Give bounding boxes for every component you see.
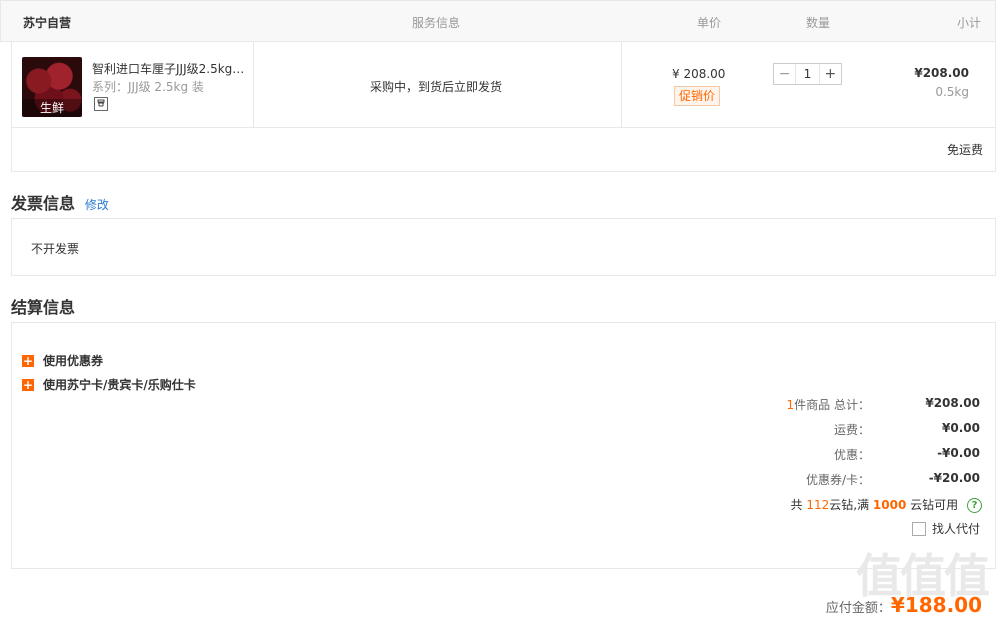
product-thumbnail[interactable]: 生鲜 <box>22 57 82 117</box>
coupon-amount: -¥20.00 <box>928 471 980 485</box>
summary-discount-line: 优惠： -¥0.00 <box>580 446 980 463</box>
sale-tag-icon <box>94 97 108 111</box>
header-quantity: 数量 <box>806 16 831 30</box>
unit-price: ¥ 208.00 <box>672 67 726 81</box>
help-icon[interactable]: ? <box>967 498 982 513</box>
diamond-prefix: 共 <box>790 498 803 512</box>
watermark-logo: 值值值 <box>856 549 990 603</box>
diamond-count: 112 <box>806 498 830 512</box>
divider <box>253 42 254 127</box>
divider <box>621 42 622 127</box>
diamond-info: 共 112云钻,满 1000 云钻可用 ? <box>791 496 982 513</box>
fresh-badge: 生鲜 <box>22 99 82 117</box>
invoice-header: 发票信息 修改 <box>11 190 109 214</box>
proxy-pay-checkbox[interactable] <box>911 521 926 536</box>
promo-badge: 促销价 <box>674 86 721 106</box>
product-spec: 系列：JJJ级 2.5kg 装 <box>92 80 204 94</box>
discount-label: 优惠： <box>833 448 870 462</box>
summary-total-line: 1件商品 总计： ¥208.00 <box>580 396 980 413</box>
coupon-toggle-label: 使用优惠券 <box>43 354 104 368</box>
invoice-edit-link[interactable]: 修改 <box>85 198 109 212</box>
diamond-mid: 云钻,满 <box>829 498 870 512</box>
freight-row: 免运费 <box>11 127 996 172</box>
header-service: 服务信息 <box>412 16 461 30</box>
freight-note: 免运费 <box>946 143 983 157</box>
diamond-threshold: 1000 <box>872 498 907 512</box>
header-price: 单价 <box>697 16 722 30</box>
header-subtotal: 小计 <box>956 16 981 30</box>
quantity-increase-button[interactable]: + <box>820 64 841 84</box>
settlement-title: 结算信息 <box>11 298 76 317</box>
summary-coupon-line: 优惠券/卡： -¥20.00 <box>580 471 980 488</box>
proxy-pay[interactable]: 找人代付 <box>911 520 980 537</box>
discount-amount: -¥0.00 <box>937 446 980 460</box>
invoice-value: 不开发票 <box>31 242 80 256</box>
quantity-input[interactable]: 1 <box>795 64 820 84</box>
expand-plus-icon: + <box>22 353 34 368</box>
store-name: 苏宁自营 <box>23 16 72 30</box>
service-status: 采购中，到货后立即发货 <box>370 80 503 94</box>
invoice-box: 不开发票 <box>11 218 996 276</box>
freight-amount: ¥0.00 <box>942 421 980 435</box>
coupon-toggle[interactable]: + 使用优惠券 <box>22 352 103 369</box>
item-weight: 0.5kg <box>935 85 969 99</box>
cart-item-row: 生鲜 智利进口车厘子JJJ级2.5kg… 系列：JJJ级 2.5kg 装 采购中… <box>11 41 996 128</box>
coupon-label: 优惠券/卡： <box>805 473 870 487</box>
quantity-decrease-button[interactable]: − <box>774 64 795 84</box>
card-toggle[interactable]: + 使用苏宁卡/贵宾卡/乐购仕卡 <box>22 376 196 393</box>
cart-header: 苏宁自营 服务信息 单价 数量 小计 <box>0 0 996 42</box>
freight-label: 运费： <box>833 423 870 437</box>
summary-freight-line: 运费： ¥0.00 <box>580 421 980 438</box>
card-toggle-label: 使用苏宁卡/贵宾卡/乐购仕卡 <box>43 378 196 392</box>
item-subtotal: ¥208.00 <box>914 66 969 80</box>
items-label: 件商品 总计： <box>794 398 870 412</box>
total-amount: ¥208.00 <box>925 396 980 410</box>
invoice-title: 发票信息 <box>11 194 76 213</box>
expand-plus-icon: + <box>22 377 34 392</box>
proxy-pay-label: 找人代付 <box>931 522 980 536</box>
quantity-stepper: − 1 + <box>773 63 842 85</box>
product-title-link[interactable]: 智利进口车厘子JJJ级2.5kg… <box>92 60 244 77</box>
diamond-suffix: 云钻可用 <box>910 498 959 512</box>
